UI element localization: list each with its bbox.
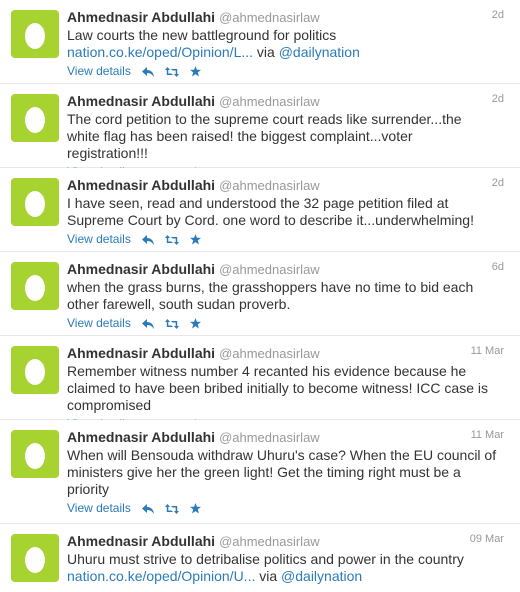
tweet-text: The cord petition to the supreme court r… xyxy=(67,111,497,162)
tweet-content: Ahmednasir Abdullahi @ahmednasirlaw 11 Mar… xyxy=(67,344,504,432)
view-details-link[interactable]: View details xyxy=(67,316,131,330)
reply-icon[interactable] xyxy=(141,503,154,514)
favorite-star-icon[interactable] xyxy=(189,66,201,77)
tweet-text: when the grass burns, the grasshoppers h… xyxy=(67,279,497,313)
tweet-content: Ahmednasir Abdullahi @ahmednasirlaw 2d I ha… xyxy=(67,176,504,247)
avatar[interactable] xyxy=(11,430,59,478)
tweet-content: Ahmednasir Abdullahi @ahmednasirlaw 11 Mar… xyxy=(67,428,504,516)
author-handle[interactable]: @ahmednasirlaw xyxy=(219,94,320,109)
tweet-item[interactable]: Ahmednasir Abdullahi @ahmednasirlaw 09 Mar… xyxy=(0,524,520,592)
tweet-header: Ahmednasir Abdullahi @ahmednasirlaw 2d xyxy=(67,8,504,26)
tweet-actions: View details xyxy=(67,500,504,516)
tweet-timestamp[interactable]: 6d xyxy=(492,260,504,274)
tweet-link[interactable]: nation.co.ke/oped/Opinion/L... xyxy=(67,44,253,60)
via-label: via xyxy=(259,568,278,584)
favorite-star-icon[interactable] xyxy=(189,234,201,245)
via-label: via xyxy=(256,44,275,60)
author-name[interactable]: Ahmednasir Abdullahi xyxy=(67,429,215,445)
tweet-text: Law courts the new battleground for poli… xyxy=(67,27,497,61)
avatar[interactable] xyxy=(11,94,59,142)
tweet-body: I have seen, read and understood the 32 … xyxy=(67,195,474,228)
tweet-body: Law courts the new battleground for poli… xyxy=(67,27,337,43)
tweet-item[interactable]: Ahmednasir Abdullahi @ahmednasirlaw 2d Law … xyxy=(0,0,520,84)
tweet-item[interactable]: Ahmednasir Abdullahi @ahmednasirlaw 6d when… xyxy=(0,252,520,336)
tweet-header: Ahmednasir Abdullahi @ahmednasirlaw 11 Mar xyxy=(67,344,504,362)
author-handle[interactable]: @ahmednasirlaw xyxy=(219,346,320,361)
tweet-item[interactable]: Ahmednasir Abdullahi @ahmednasirlaw 2d The … xyxy=(0,84,520,179)
view-details-link[interactable]: View details xyxy=(67,232,131,246)
tweet-timestamp[interactable]: 2d xyxy=(492,92,504,106)
avatar[interactable] xyxy=(11,262,59,310)
tweet-timeline: Ahmednasir Abdullahi @ahmednasirlaw 2d Law … xyxy=(0,0,520,592)
tweet-text: When will Bensouda withdraw Uhuru's case… xyxy=(67,447,497,498)
tweet-text: Uhuru must strive to detribalise politic… xyxy=(67,551,497,585)
tweet-body: The cord petition to the supreme court r… xyxy=(67,111,462,161)
favorite-star-icon[interactable] xyxy=(189,318,201,329)
favorite-star-icon[interactable] xyxy=(189,503,201,514)
tweet-body: when the grass burns, the grasshoppers h… xyxy=(67,279,474,312)
author-handle[interactable]: @ahmednasirlaw xyxy=(219,534,320,549)
tweet-content: Ahmednasir Abdullahi @ahmednasirlaw 2d Law … xyxy=(67,8,504,79)
tweet-actions: View details xyxy=(67,231,504,247)
reply-icon[interactable] xyxy=(141,66,154,77)
author-name[interactable]: Ahmednasir Abdullahi xyxy=(67,177,215,193)
retweet-icon[interactable] xyxy=(164,503,179,514)
tweet-timestamp[interactable]: 11 Mar xyxy=(471,428,504,442)
tweet-content: Ahmednasir Abdullahi @ahmednasirlaw 2d The … xyxy=(67,92,504,180)
author-handle[interactable]: @ahmednasirlaw xyxy=(219,430,320,445)
author-name[interactable]: Ahmednasir Abdullahi xyxy=(67,261,215,277)
avatar[interactable] xyxy=(11,178,59,226)
author-name[interactable]: Ahmednasir Abdullahi xyxy=(67,9,215,25)
tweet-item[interactable]: Ahmednasir Abdullahi @ahmednasirlaw 2d I ha… xyxy=(0,168,520,252)
tweet-item[interactable]: Ahmednasir Abdullahi @ahmednasirlaw 11 Mar… xyxy=(0,420,520,524)
tweet-header: Ahmednasir Abdullahi @ahmednasirlaw 11 Mar xyxy=(67,428,504,446)
retweet-icon[interactable] xyxy=(164,234,179,245)
retweet-icon[interactable] xyxy=(164,66,179,77)
author-handle[interactable]: @ahmednasirlaw xyxy=(219,262,320,277)
author-name[interactable]: Ahmednasir Abdullahi xyxy=(67,93,215,109)
view-details-link[interactable]: View details xyxy=(67,64,131,78)
tweet-content: Ahmednasir Abdullahi @ahmednasirlaw 6d when… xyxy=(67,260,504,331)
author-name[interactable]: Ahmednasir Abdullahi xyxy=(67,533,215,549)
tweet-timestamp[interactable]: 2d xyxy=(492,8,504,22)
tweet-content: Ahmednasir Abdullahi @ahmednasirlaw 09 Mar… xyxy=(67,532,504,585)
avatar[interactable] xyxy=(11,10,59,58)
via-handle-link[interactable]: @dailynation xyxy=(279,44,360,60)
view-details-link[interactable]: View details xyxy=(67,501,131,515)
tweet-header: Ahmednasir Abdullahi @ahmednasirlaw 2d xyxy=(67,92,504,110)
tweet-text: Remember witness number 4 recanted his e… xyxy=(67,363,497,414)
tweet-body: When will Bensouda withdraw Uhuru's case… xyxy=(67,447,497,497)
tweet-actions: View details xyxy=(67,63,504,79)
retweet-icon[interactable] xyxy=(164,318,179,329)
tweet-link[interactable]: nation.co.ke/oped/Opinion/U... xyxy=(67,568,255,584)
tweet-body: Remember witness number 4 recanted his e… xyxy=(67,363,488,413)
avatar[interactable] xyxy=(11,346,59,394)
via-handle-link[interactable]: @dailynation xyxy=(281,568,362,584)
tweet-item[interactable]: Ahmednasir Abdullahi @ahmednasirlaw 11 Mar… xyxy=(0,336,520,431)
tweet-text: I have seen, read and understood the 32 … xyxy=(67,195,497,229)
author-handle[interactable]: @ahmednasirlaw xyxy=(219,178,320,193)
tweet-timestamp[interactable]: 11 Mar xyxy=(471,344,504,358)
tweet-timestamp[interactable]: 2d xyxy=(492,176,504,190)
reply-icon[interactable] xyxy=(141,234,154,245)
tweet-header: Ahmednasir Abdullahi @ahmednasirlaw 2d xyxy=(67,176,504,194)
tweet-actions: View details xyxy=(67,315,504,331)
author-handle[interactable]: @ahmednasirlaw xyxy=(219,10,320,25)
tweet-header: Ahmednasir Abdullahi @ahmednasirlaw 6d xyxy=(67,260,504,278)
reply-icon[interactable] xyxy=(141,318,154,329)
avatar[interactable] xyxy=(11,534,59,582)
tweet-timestamp[interactable]: 09 Mar xyxy=(470,532,504,546)
tweet-header: Ahmednasir Abdullahi @ahmednasirlaw 09 Mar xyxy=(67,532,504,550)
author-name[interactable]: Ahmednasir Abdullahi xyxy=(67,345,215,361)
tweet-body: Uhuru must strive to detribalise politic… xyxy=(67,551,464,567)
